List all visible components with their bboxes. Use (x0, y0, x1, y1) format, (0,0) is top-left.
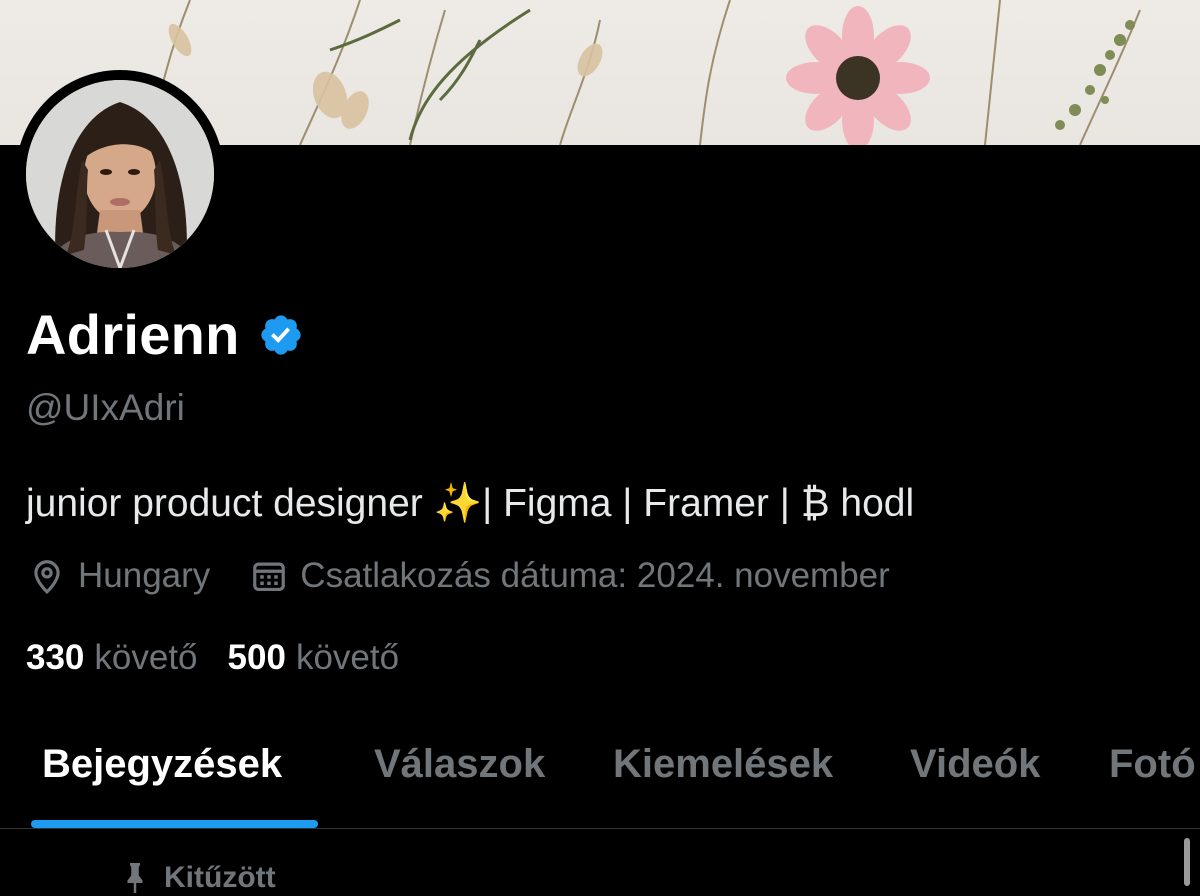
pinned-label: Kitűzött (120, 860, 276, 896)
profile-name: Adrienn (26, 303, 240, 366)
tab-posts[interactable]: Bejegyzések (42, 742, 282, 787)
tab-photos[interactable]: Fotó (1109, 742, 1196, 787)
tabs-divider (0, 828, 1200, 829)
stat-label: követő (94, 638, 198, 677)
stat-value: 330 (26, 638, 85, 677)
stat-label: követő (295, 638, 400, 677)
following-link[interactable]: 330 követő (26, 638, 198, 678)
scrollbar[interactable] (1184, 838, 1190, 886)
pin-icon (127, 863, 143, 893)
profile-tabs: Bejegyzések Válaszok Kiemelések Videók F… (0, 728, 1200, 828)
tab-highlights[interactable]: Kiemelések (613, 742, 833, 787)
avatar-photo (26, 80, 214, 268)
profile-meta: Hungary Csatlakozás dátuma: 2024. novemb… (28, 556, 890, 596)
calendar-icon (253, 562, 286, 592)
stat-value: 500 (227, 638, 286, 677)
avatar[interactable] (16, 70, 224, 278)
location-text: Hungary (78, 556, 211, 595)
profile-name-row: Adrienn (26, 302, 304, 367)
active-tab-indicator (31, 820, 318, 828)
profile-stats: 330 követő 500 követő (26, 638, 399, 678)
profile-handle: @UIxAdri (26, 387, 185, 428)
pinned-text: Kitűzött (164, 861, 276, 894)
tab-replies[interactable]: Válaszok (374, 742, 545, 787)
tab-videos[interactable]: Videók (910, 742, 1040, 787)
profile-joined: Csatlakozás dátuma: 2024. november (250, 556, 890, 596)
joined-text: Csatlakozás dátuma: 2024. november (300, 556, 890, 595)
followers-link[interactable]: 500 követő (228, 638, 400, 678)
profile-location: Hungary (28, 556, 210, 596)
profile-bio: junior product designer ✨| Figma | Frame… (26, 482, 915, 525)
location-pin-icon (34, 560, 60, 595)
verified-badge-icon[interactable] (258, 312, 304, 358)
